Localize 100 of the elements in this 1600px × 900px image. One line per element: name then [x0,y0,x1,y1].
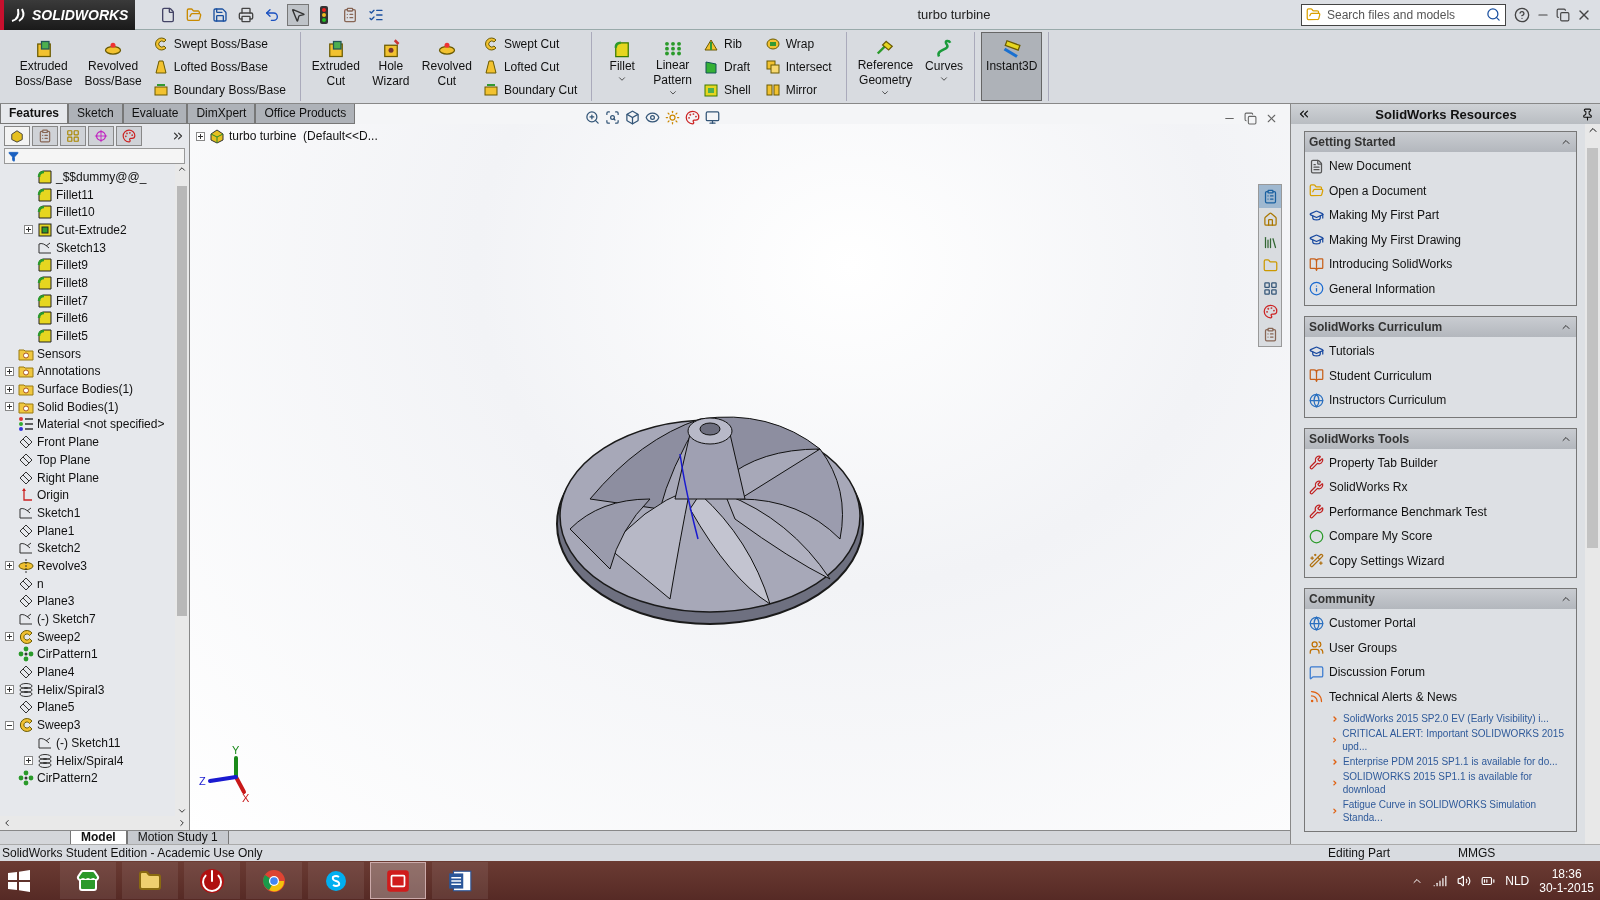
display-manager-tab[interactable] [116,126,142,146]
filter-field[interactable] [4,148,185,164]
taskbar-app[interactable] [122,862,178,899]
resource-link[interactable]: Compare My Score [1329,529,1433,544]
search-box[interactable]: Search files and models [1301,3,1506,26]
pin-icon[interactable] [1581,107,1594,121]
caret-icon[interactable] [617,74,628,84]
command-button[interactable]: Reference Geometry [852,32,919,101]
expand-icon[interactable] [196,131,205,141]
command-button[interactable]: Boundary Boss/Base [152,79,290,100]
tree-item[interactable]: CirPattern2 [37,771,98,786]
news-link[interactable]: Enterprise PDM 2015 SP1.1 is available for do... [1343,755,1558,768]
zoom-icon[interactable] [585,110,600,125]
restore-icon[interactable] [1244,112,1257,125]
clock[interactable]: 18:36 30-1-2015 [1539,866,1594,895]
tree-item[interactable]: CirPattern1 [37,647,98,662]
tab[interactable]: Motion Study 1 [126,830,229,845]
start-icon[interactable] [6,867,32,894]
tree-item[interactable]: Fillet10 [56,205,95,220]
tree-item[interactable]: Fillet11 [56,187,94,202]
expand-icon[interactable] [5,384,14,394]
language-indicator[interactable]: NLD [1505,873,1530,888]
command-button[interactable]: Rib [703,33,755,54]
command-button[interactable]: Swept Cut [482,33,582,54]
command-button[interactable]: Instant3D [981,32,1043,101]
tree-item[interactable]: Sketch1 [37,505,81,520]
select-button[interactable] [287,3,309,26]
resource-link[interactable]: General Information [1329,281,1436,296]
appearance-icon[interactable] [685,110,700,125]
expand-icon[interactable] [24,756,33,766]
resource-link[interactable]: Instructors Curriculum [1329,393,1447,408]
tab[interactable]: DimXpert [187,104,256,124]
collapse-icon[interactable] [1297,107,1311,121]
tab[interactable]: Features [0,104,69,124]
command-button[interactable]: Draft [703,56,755,77]
command-button[interactable]: Extruded Cut [306,32,365,101]
collapse-icon[interactable] [5,720,14,730]
resource-link[interactable]: Making My First Part [1329,208,1439,223]
command-button[interactable]: Curves [920,32,969,101]
expand-icon[interactable] [5,402,14,412]
tree-item[interactable]: Sketch2 [37,541,81,556]
tree-item[interactable]: Right Plane [37,470,100,485]
lighting-icon[interactable] [665,110,680,125]
expand-icon[interactable] [5,632,14,642]
taskbar-app[interactable] [308,862,364,899]
command-button[interactable]: Lofted Cut [482,56,582,77]
restore-icon[interactable] [1556,7,1570,22]
command-button[interactable]: Intersect [764,56,836,77]
help-icon[interactable] [1514,6,1530,23]
command-button[interactable]: Wrap [764,33,836,54]
display-icon[interactable] [705,110,720,125]
tree-item[interactable]: Solid Bodies(1) [37,399,119,414]
tree-item[interactable]: Plane3 [37,594,75,609]
tree-item[interactable]: (-) Sketch7 [37,612,96,627]
dimxpert-manager-tab[interactable] [88,126,114,146]
command-button[interactable]: Mirror [764,79,836,100]
command-button[interactable]: Shell [703,79,755,100]
command-button[interactable]: Revolved Boss/Base [79,32,147,101]
command-button[interactable]: Revolved Cut [416,32,477,101]
news-link[interactable]: CRITICAL ALERT: Important SOLIDWORKS 2015 upd... [1342,727,1568,753]
property-manager-tab[interactable] [32,126,58,146]
tree-item[interactable]: Front Plane [37,435,100,450]
resource-link[interactable]: User Groups [1329,640,1398,655]
resource-link[interactable]: Open a Document [1329,183,1427,198]
command-button[interactable]: Extruded Boss/Base [10,32,78,101]
scrollbar[interactable] [1585,124,1600,844]
tree-item[interactable]: Fillet6 [56,311,88,326]
cube-icon[interactable] [625,110,640,125]
command-button[interactable]: Swept Boss/Base [152,33,290,54]
tree-item[interactable]: Surface Bodies(1) [37,382,134,397]
resource-link[interactable]: Customer Portal [1329,616,1416,631]
taskbar-app[interactable] [184,862,240,899]
scroll-up-icon[interactable] [177,164,187,174]
taskbar-app[interactable] [246,862,302,899]
taskbar-app[interactable] [432,862,488,899]
tree-item[interactable]: Sweep3 [37,718,81,733]
tree-root-item[interactable]: turbo turbine (Default<<D... [229,129,378,143]
tree-item[interactable]: Plane4 [37,665,75,680]
expand-icon[interactable] [24,225,33,235]
command-button[interactable]: Linear Pattern [648,32,697,101]
tree-item[interactable]: Plane5 [37,700,75,715]
news-link[interactable]: SolidWorks 2015 SP2.0 EV (Early Visibility) i... [1343,712,1549,725]
resource-link[interactable]: Performance Benchmark Test [1329,504,1487,519]
tree-item[interactable]: (-) Sketch11 [56,735,121,750]
tree-item[interactable]: Top Plane [37,452,91,467]
tree-item[interactable]: Annotations [37,364,101,379]
news-link[interactable]: Fatigue Curve in SOLIDWORKS Simulation Standa... [1342,798,1568,824]
resource-link[interactable]: SolidWorks Rx [1329,480,1408,495]
scroll-down-icon[interactable] [177,806,187,816]
tree-item[interactable]: Fillet8 [56,275,88,290]
scrollbar[interactable] [175,164,189,816]
scroll-right-icon[interactable] [177,818,187,828]
expand-icon[interactable] [5,685,14,695]
volume-icon[interactable] [1457,873,1472,888]
tree-item[interactable]: Plane1 [37,523,75,538]
tree-item[interactable]: Cut-Extrude2 [56,222,127,237]
more-icon[interactable] [171,129,185,143]
scroll-left-icon[interactable] [2,818,12,828]
resource-link[interactable]: Tutorials [1329,344,1375,359]
tab[interactable]: Office Products [255,104,356,124]
